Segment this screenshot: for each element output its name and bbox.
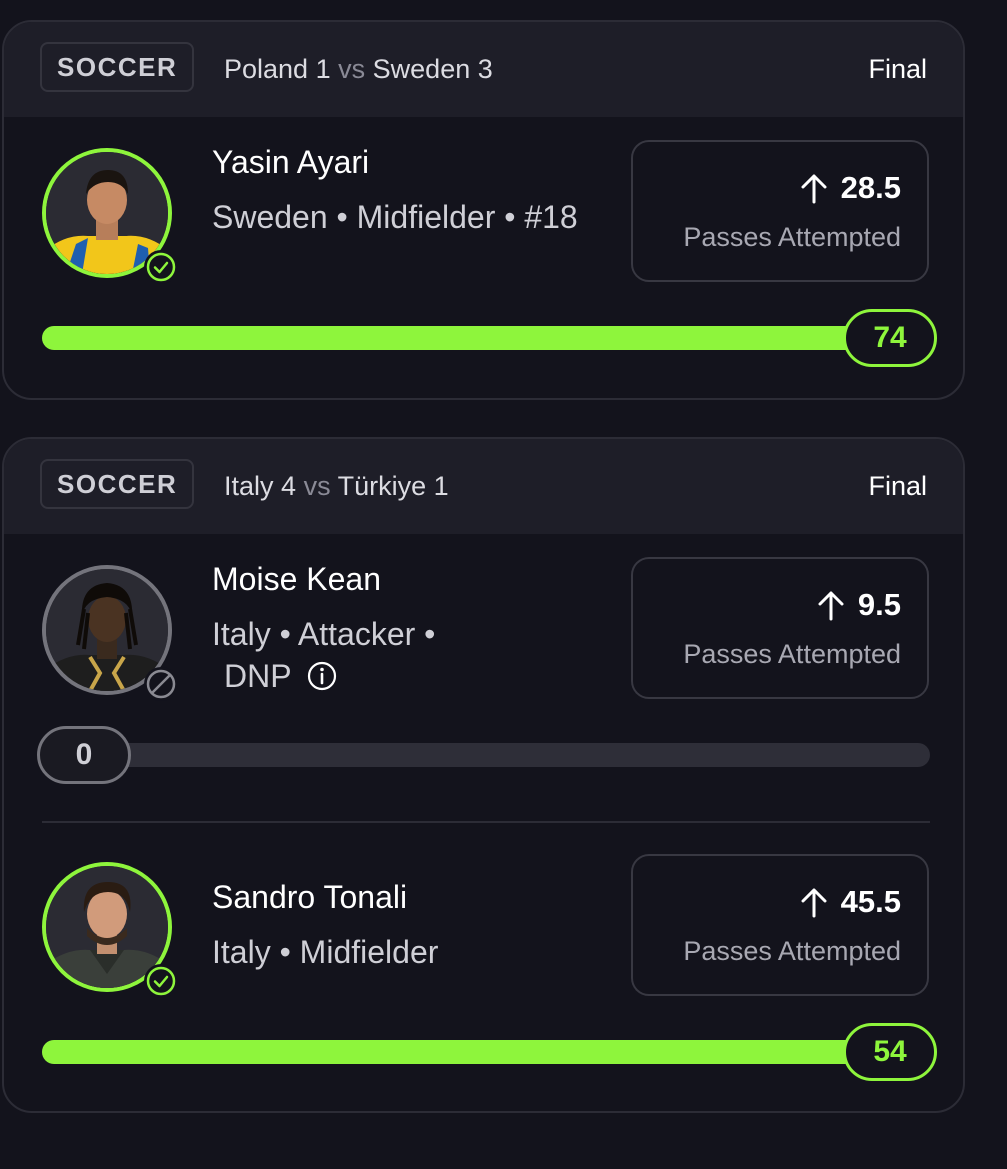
prop-box[interactable]: 45.5 Passes Attempted [631, 854, 929, 996]
vs-label: vs [338, 54, 366, 84]
away-score: 1 [433, 471, 449, 501]
home-team: Poland [224, 54, 309, 84]
player-meta: Italy • Midfielder [212, 934, 439, 970]
game-card[interactable]: SOCCER Italy 4 vs Türkiye 1 Final Moise … [2, 437, 965, 1113]
game-status: Final [868, 471, 927, 501]
dnp-label: DNP [224, 658, 292, 694]
away-score: 3 [477, 54, 493, 84]
game-header: SOCCER Poland 1 vs Sweden 3 Final [4, 22, 963, 117]
player-name: Yasin Ayari [212, 144, 370, 180]
prop-value: 45.5 [840, 884, 901, 919]
prop-label: Passes Attempted [683, 222, 901, 252]
prop-box[interactable]: 9.5 Passes Attempted [631, 557, 929, 699]
check-circle-icon [144, 964, 178, 998]
away-team: Türkiye [337, 471, 427, 501]
prop-line: 9.5 [816, 587, 901, 623]
matchup: Poland 1 vs Sweden 3 [224, 54, 493, 85]
sport-tag: SOCCER [40, 459, 195, 509]
player-meta: Italy • Attacker • DNP [212, 613, 592, 697]
prop-line: 28.5 [799, 170, 901, 206]
arrow-up-icon [818, 591, 844, 621]
progress-fill [42, 326, 902, 350]
player-name: Moise Kean [212, 561, 381, 597]
progress-track [42, 326, 930, 350]
progress-track [42, 1040, 930, 1064]
arrow-up-icon [801, 888, 827, 918]
block-icon [144, 667, 178, 701]
prop-label: Passes Attempted [683, 936, 901, 966]
prop-box[interactable]: 28.5 Passes Attempted [631, 140, 929, 282]
arrow-up-icon [801, 174, 827, 204]
sport-tag: SOCCER [40, 42, 195, 92]
vs-label: vs [303, 471, 331, 501]
home-team: Italy [224, 471, 274, 501]
actual-stat-pill: 0 [37, 726, 131, 784]
game-card[interactable]: SOCCER Poland 1 vs Sweden 3 Final Yasin … [2, 20, 965, 400]
player-meta-line: Italy • Attacker • [212, 616, 436, 652]
prop-label: Passes Attempted [683, 639, 901, 669]
player-meta: Sweden • Midfielder • #18 [212, 199, 578, 235]
home-score: 4 [281, 471, 297, 501]
progress-track [42, 743, 930, 767]
game-header: SOCCER Italy 4 vs Türkiye 1 Final [4, 439, 963, 534]
matchup: Italy 4 vs Türkiye 1 [224, 471, 449, 502]
progress-fill [42, 1040, 902, 1064]
away-team: Sweden [372, 54, 471, 84]
actual-stat-pill: 54 [843, 1023, 937, 1081]
player-name: Sandro Tonali [212, 879, 408, 915]
divider [42, 821, 930, 823]
game-status: Final [868, 54, 927, 84]
home-score: 1 [315, 54, 331, 84]
dnp-row: DNP [212, 655, 592, 697]
prop-line: 45.5 [799, 884, 901, 920]
actual-stat-pill: 74 [843, 309, 937, 367]
prop-value: 28.5 [840, 170, 901, 205]
info-icon[interactable] [306, 660, 338, 692]
check-circle-icon [144, 250, 178, 284]
prop-value: 9.5 [857, 587, 901, 622]
